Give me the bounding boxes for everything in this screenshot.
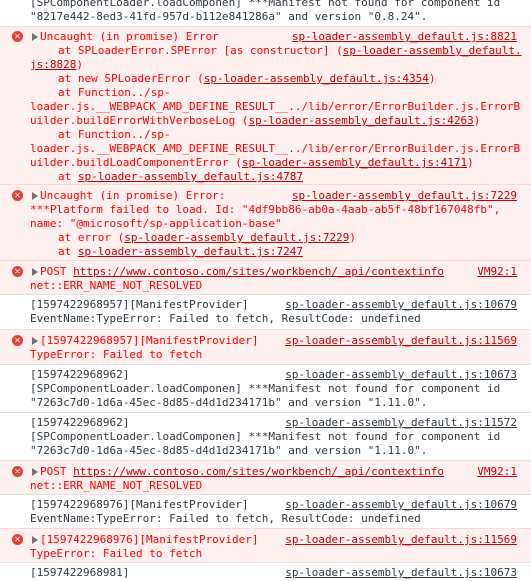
stack-link[interactable]: sp-loader-assembly_default.js:4171	[242, 156, 467, 169]
expand-triangle-icon[interactable]	[32, 536, 38, 544]
error-text: ***Platform failed to load. Id: "4df9bb8…	[30, 203, 501, 216]
expand-triangle-icon[interactable]	[32, 268, 38, 276]
error-title: Uncaught (in promise) Error	[40, 30, 219, 43]
expand-triangle-icon[interactable]	[32, 468, 38, 476]
stack-text: )	[467, 156, 474, 169]
source-link[interactable]: VM92:1	[477, 265, 517, 279]
stack-link[interactable]: js:8828	[30, 58, 76, 71]
source-link[interactable]: sp-loader-assembly_default.js:8821	[292, 30, 517, 44]
log-text: [1597422968957][ManifestProvider]	[30, 298, 249, 311]
log-text: "7263c7d0-1d6a-45ec-8d85-d4d1d234171b" a…	[30, 396, 428, 409]
error-text: net::ERR_NAME_NOT_RESOLVED	[30, 479, 203, 492]
stack-text: loader.js.__WEBPACK_AMD_DEFINE_RESULT__.…	[30, 142, 521, 155]
console-message-error: ✕ [1597422968976][ManifestProvider] sp-l…	[0, 528, 531, 562]
stack-text: )	[428, 72, 436, 85]
log-text: [1597422968976][ManifestProvider]	[30, 498, 249, 511]
log-text: [1597422968962]	[30, 416, 130, 429]
stack-text: at	[58, 170, 78, 183]
request-method: POST	[40, 465, 74, 478]
log-text: "7263c7d0-1d6a-45ec-8d85-d4d1d234171b" a…	[30, 444, 428, 457]
error-circle-icon: ✕	[12, 266, 23, 277]
stack-link[interactable]: sp-loader-assembly_default.js:4354	[204, 72, 429, 85]
console-message-network-error: ✕ POST https://www.contoso.com/sites/wor…	[0, 260, 531, 294]
console-message-log: [1597422968957][ManifestProvider] sp-loa…	[0, 294, 531, 329]
stack-text: loader.js.__WEBPACK_AMD_DEFINE_RESULT__.…	[30, 100, 521, 113]
console-message-error: ✕ Uncaught (in promise) Error: sp-loader…	[0, 184, 531, 260]
source-link[interactable]: sp-loader-assembly_default.js:10673	[285, 566, 517, 580]
stack-text: at	[58, 245, 78, 258]
stack-link[interactable]: sp-loader-assembly_default.js:7247	[78, 245, 303, 258]
console-message-error: ✕ Uncaught (in promise) Error sp-loader-…	[0, 26, 531, 184]
stack-text: at Function../sp-	[58, 86, 171, 99]
log-text: EventName:TypeError: Failed to fetch, Re…	[30, 312, 421, 325]
stack-text: uilder.buildLoadComponentError (	[30, 156, 242, 169]
console-message-log: [1597422968981] sp-loader-assembly_defau…	[0, 562, 531, 581]
log-text: [1597422968981]	[30, 566, 130, 579]
source-link[interactable]: sp-loader-assembly_default.js:10673	[285, 368, 517, 382]
request-method: POST	[40, 265, 74, 278]
log-text: [1597422968962]	[30, 368, 130, 381]
error-circle-icon: ✕	[12, 335, 23, 346]
source-link[interactable]: sp-loader-assembly_default.js:7229	[292, 189, 517, 203]
error-circle-icon: ✕	[12, 190, 23, 201]
log-text: [SPComponentLoader.loadComponen] ***Mani…	[30, 382, 501, 395]
stack-text: )	[76, 58, 83, 71]
error-text: TypeError: Failed to fetch	[30, 348, 203, 361]
expand-triangle-icon[interactable]	[32, 33, 38, 41]
source-link[interactable]: sp-loader-assembly_default.js:11569	[285, 533, 517, 547]
stack-text: uilder.buildErrorWithVerboseLog (	[30, 114, 249, 127]
expand-triangle-icon[interactable]	[32, 192, 38, 200]
source-link[interactable]: VM92:1	[477, 465, 517, 479]
error-text: TypeError: Failed to fetch	[30, 547, 203, 560]
console-message-log: [SPComponentLoader.loadComponen] ***Mani…	[0, 0, 531, 26]
stack-link[interactable]: sp-loader-assembly_default.js:7229	[124, 231, 349, 244]
error-circle-icon: ✕	[12, 466, 23, 477]
stack-text: at new SPLoaderError (	[58, 72, 204, 85]
console-message-log: [1597422968962] sp-loader-assembly_defau…	[0, 412, 531, 460]
error-title: [1597422968976][ManifestProvider]	[40, 533, 259, 546]
error-title: Uncaught (in promise) Error:	[40, 189, 226, 202]
log-text: "8217e442-8ed3-41fd-957d-b112e841286a" a…	[30, 10, 428, 23]
console-message-log: [1597422968962] sp-loader-assembly_defau…	[0, 364, 531, 412]
source-link[interactable]: sp-loader-assembly_default.js:10679	[285, 498, 517, 512]
log-text: [SPComponentLoader.loadComponen] ***Mani…	[30, 0, 501, 9]
stack-link[interactable]: sp-loader-assembly_default.	[343, 44, 522, 57]
stack-link[interactable]: sp-loader-assembly_default.js:4263	[249, 114, 474, 127]
console-panel: [SPComponentLoader.loadComponen] ***Mani…	[0, 0, 531, 581]
error-circle-icon: ✕	[12, 534, 23, 545]
console-message-network-error: ✕ POST https://www.contoso.com/sites/wor…	[0, 460, 531, 494]
expand-triangle-icon[interactable]	[32, 337, 38, 345]
source-link[interactable]: sp-loader-assembly_default.js:10679	[285, 298, 517, 312]
error-circle-icon: ✕	[12, 31, 23, 42]
request-url-link[interactable]: https://www.contoso.com/sites/workbench/…	[73, 465, 444, 478]
stack-text: at Function../sp-	[58, 128, 171, 141]
log-text: EventName:TypeError: Failed to fetch, Re…	[30, 512, 421, 525]
error-text: name: "@microsoft/sp-application-base"	[30, 217, 282, 230]
error-title: [1597422968957][ManifestProvider]	[40, 334, 259, 347]
stack-text: )	[349, 231, 357, 244]
source-link[interactable]: sp-loader-assembly_default.js:11569	[285, 334, 517, 348]
source-link[interactable]: sp-loader-assembly_default.js:11572	[285, 416, 517, 430]
stack-text: )	[473, 114, 481, 127]
console-message-error: ✕ [1597422968957][ManifestProvider] sp-l…	[0, 329, 531, 364]
request-url-link[interactable]: https://www.contoso.com/sites/workbench/…	[73, 265, 444, 278]
log-text: [SPComponentLoader.loadComponen] ***Mani…	[30, 430, 501, 443]
stack-text: at error (	[58, 231, 125, 244]
console-message-log: [1597422968976][ManifestProvider] sp-loa…	[0, 494, 531, 528]
stack-link[interactable]: sp-loader-assembly_default.js:4787	[78, 170, 303, 183]
error-text: net::ERR_NAME_NOT_RESOLVED	[30, 279, 203, 292]
stack-text: at SPLoaderError.SPError [as constructor…	[58, 44, 343, 57]
